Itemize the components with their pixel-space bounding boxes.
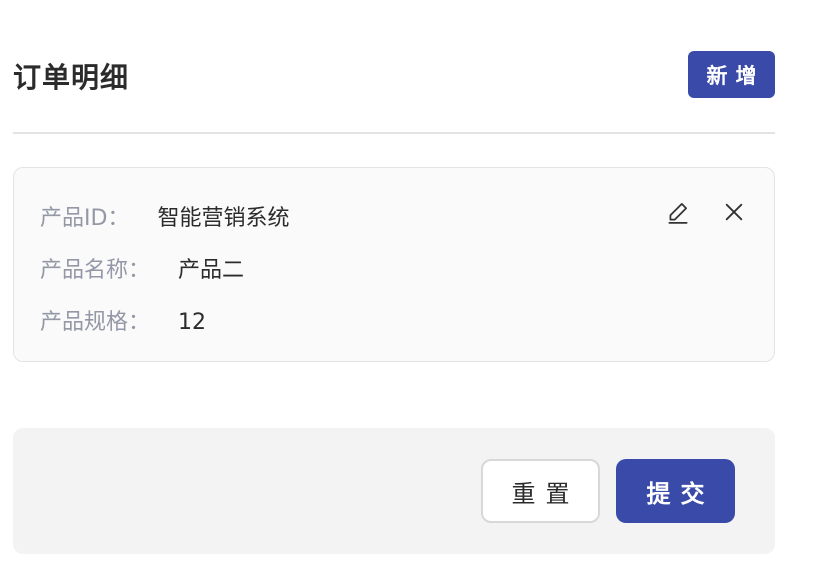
- product-name-value: 产品二: [178, 258, 245, 283]
- delete-button[interactable]: [718, 196, 750, 228]
- add-button[interactable]: 新增: [688, 51, 775, 98]
- submit-button[interactable]: 提交: [616, 459, 735, 523]
- edit-button[interactable]: [662, 196, 694, 228]
- product-spec-row: 产品规格： 12: [40, 304, 206, 336]
- form-footer: 重置 提交: [13, 428, 775, 554]
- product-spec-value: 12: [178, 310, 207, 335]
- product-id-value: 智能营销系统: [157, 206, 290, 231]
- product-name-row: 产品名称： 产品二: [40, 252, 244, 284]
- close-icon: [725, 203, 743, 221]
- product-spec-label: 产品规格：: [40, 310, 151, 335]
- order-item-card: 产品ID： 智能营销系统 产品名称： 产品二 产品规格： 12: [13, 167, 775, 362]
- page-header: 订单明细 新增: [13, 50, 775, 100]
- product-name-label: 产品名称：: [40, 258, 151, 283]
- pencil-icon: [668, 203, 688, 224]
- product-id-label: 产品ID：: [40, 206, 130, 231]
- product-id-row: 产品ID： 智能营销系统: [40, 200, 289, 232]
- reset-button[interactable]: 重置: [481, 459, 600, 523]
- divider: [13, 132, 775, 134]
- order-details-page: 订单明细 新增 产品ID： 智能营销系统 产品名称： 产品二 产品规格： 12: [0, 0, 816, 570]
- page-title: 订单明细: [13, 61, 130, 94]
